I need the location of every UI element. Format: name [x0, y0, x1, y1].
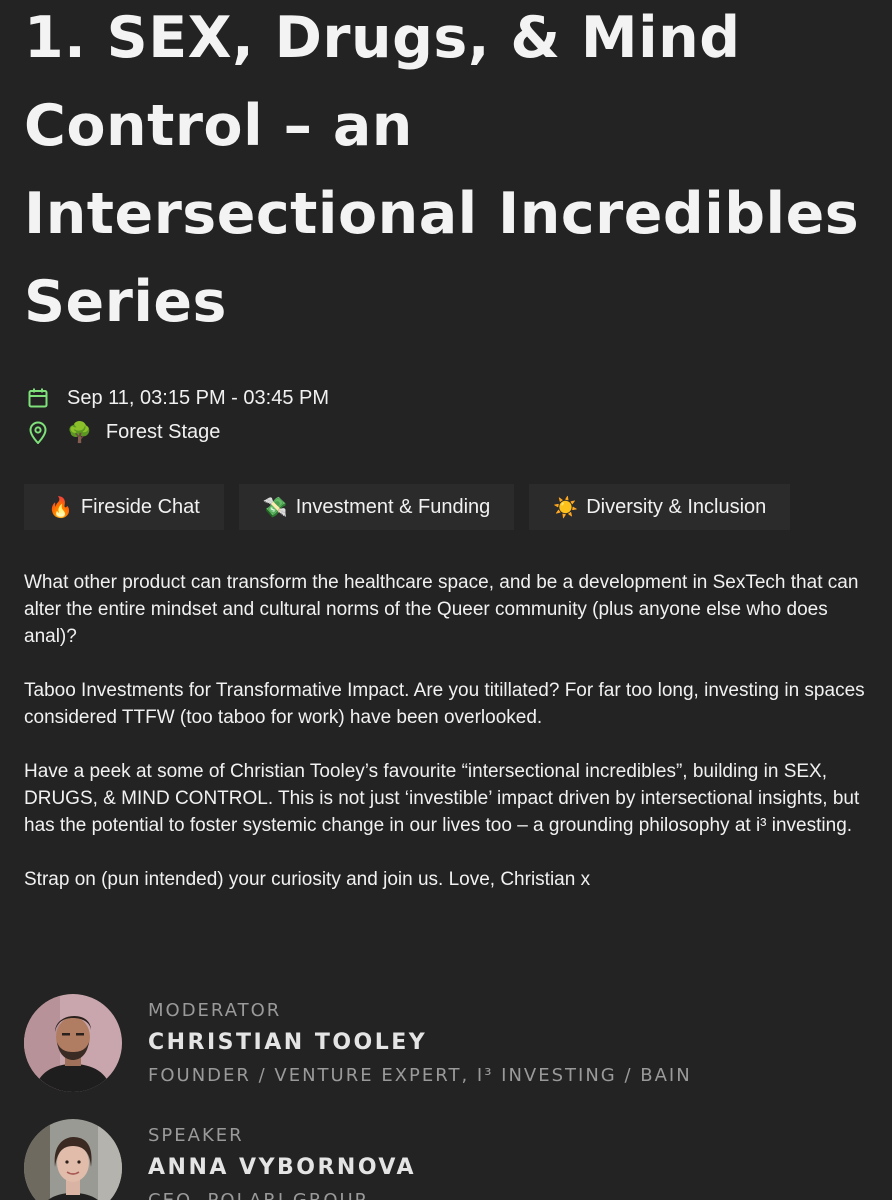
- session-location-row: 🌳 Forest Stage: [26, 420, 220, 445]
- description-paragraph: What other product can transform the hea…: [24, 572, 859, 647]
- tag-label: Investment & Funding: [295, 495, 491, 518]
- description-paragraph: Strap on (pun intended) your curiosity a…: [24, 869, 591, 890]
- map-pin-icon: [26, 421, 50, 445]
- tag-list: 🔥 Fireside Chat 💸 Investment & Funding ☀…: [24, 484, 791, 530]
- person-role: Speaker: [148, 1125, 244, 1146]
- fire-icon: 🔥: [48, 496, 73, 519]
- description-paragraph: Taboo Investments for Transformative Imp…: [24, 680, 865, 728]
- speaker-card[interactable]: Speaker Anna Vybornova CEO, Polari Group: [24, 1119, 416, 1200]
- tag-fireside-chat[interactable]: 🔥 Fireside Chat: [24, 484, 224, 530]
- calendar-icon: [26, 386, 50, 410]
- session-detail-page: 1. SEX, Drugs, & Mind Control – an Inter…: [0, 0, 892, 1200]
- session-title: 1. SEX, Drugs, & Mind Control – an Inter…: [24, 5, 860, 335]
- session-location: Forest Stage: [105, 421, 221, 443]
- description-paragraph: Have a peek at some of Christian Tooley’…: [24, 761, 860, 836]
- person-affiliation: Founder / Venture Expert, i³ Investing /…: [148, 1065, 692, 1086]
- sun-icon: ☀️: [553, 496, 579, 519]
- person-info: Moderator Christian Tooley Founder / Ven…: [148, 994, 692, 1092]
- tree-icon: 🌳: [67, 422, 92, 444]
- session-date-row: Sep 11, 03:15 PM - 03:45 PM: [26, 386, 329, 410]
- person-role: Moderator: [148, 1000, 282, 1021]
- session-description: What other product can transform the hea…: [24, 569, 874, 920]
- tag-label: Fireside Chat: [80, 495, 200, 518]
- money-icon: 💸: [262, 496, 288, 519]
- person-name: Christian Tooley: [148, 1030, 428, 1055]
- tag-investment-funding[interactable]: 💸 Investment & Funding: [238, 484, 515, 530]
- person-info: Speaker Anna Vybornova CEO, Polari Group: [148, 1119, 416, 1200]
- person-name: Anna Vybornova: [148, 1155, 416, 1180]
- avatar: [24, 1119, 122, 1200]
- moderator-card[interactable]: Moderator Christian Tooley Founder / Ven…: [24, 994, 692, 1092]
- person-affiliation: CEO, Polari Group: [148, 1191, 416, 1200]
- tag-label: Diversity & Inclusion: [586, 495, 767, 518]
- avatar: [24, 994, 122, 1092]
- tag-diversity-inclusion[interactable]: ☀️ Diversity & Inclusion: [529, 484, 791, 530]
- session-datetime: Sep 11, 03:15 PM - 03:45 PM: [67, 386, 330, 409]
